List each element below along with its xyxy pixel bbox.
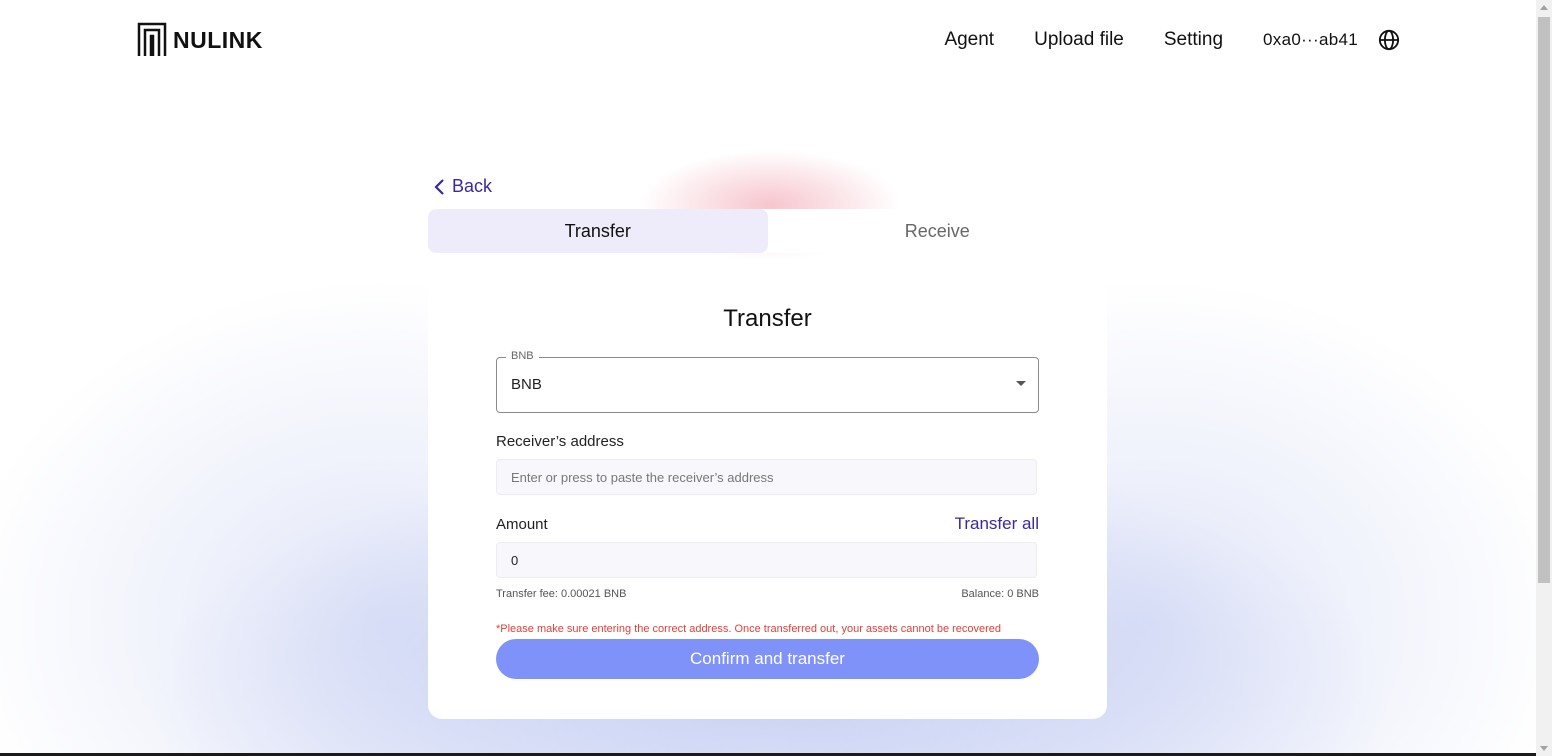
transfer-fee: Transfer fee: 0.00021 BNB [496,588,627,600]
tab-receive[interactable]: Receive [768,209,1108,253]
token-select[interactable]: BNB BNB [496,350,1039,413]
transfer-card: Transfer BNB BNB Receiver’s address Amou… [428,263,1107,719]
token-select-legend: BNB [506,350,539,362]
receiver-address-label: Receiver’s address [496,433,624,450]
caret-down-icon [1016,381,1026,386]
amount-input[interactable] [496,542,1037,578]
warning-text: *Please make sure entering the correct a… [496,623,1002,635]
scroll-down-arrow-icon[interactable] [1540,746,1548,751]
back-button[interactable]: Back [432,176,492,197]
amount-label: Amount [496,516,548,533]
nav-agent[interactable]: Agent [944,26,994,54]
transfer-all-link[interactable]: Transfer all [955,514,1039,534]
header: NULINK Agent Upload file Setting 0xa0···… [0,0,1536,80]
globe-icon[interactable] [1378,29,1400,51]
vertical-scrollbar[interactable] [1536,0,1552,756]
nulink-logo[interactable]: NULINK [137,22,263,58]
confirm-transfer-button[interactable]: Confirm and transfer [496,639,1039,679]
token-select-value: BNB [511,376,542,393]
tab-transfer[interactable]: Transfer [428,209,768,253]
scroll-thumb[interactable] [1538,17,1550,583]
back-label: Back [452,176,493,196]
nulink-logo-icon [137,22,167,56]
nav-upload-file[interactable]: Upload file [1034,26,1124,54]
card-title: Transfer [723,305,812,332]
logo-text: NULINK [173,26,263,53]
transfer-receive-tabs: Transfer Receive [428,209,1107,253]
scroll-up-arrow-icon[interactable] [1540,5,1548,10]
balance: Balance: 0 BNB [961,588,1039,600]
wallet-address[interactable]: 0xa0···ab41 [1263,26,1358,54]
nav-setting[interactable]: Setting [1164,26,1223,54]
chevron-left-icon [434,178,444,195]
top-nav: Agent Upload file Setting 0xa0···ab41 [904,26,1400,54]
receiver-address-input[interactable] [496,459,1037,495]
